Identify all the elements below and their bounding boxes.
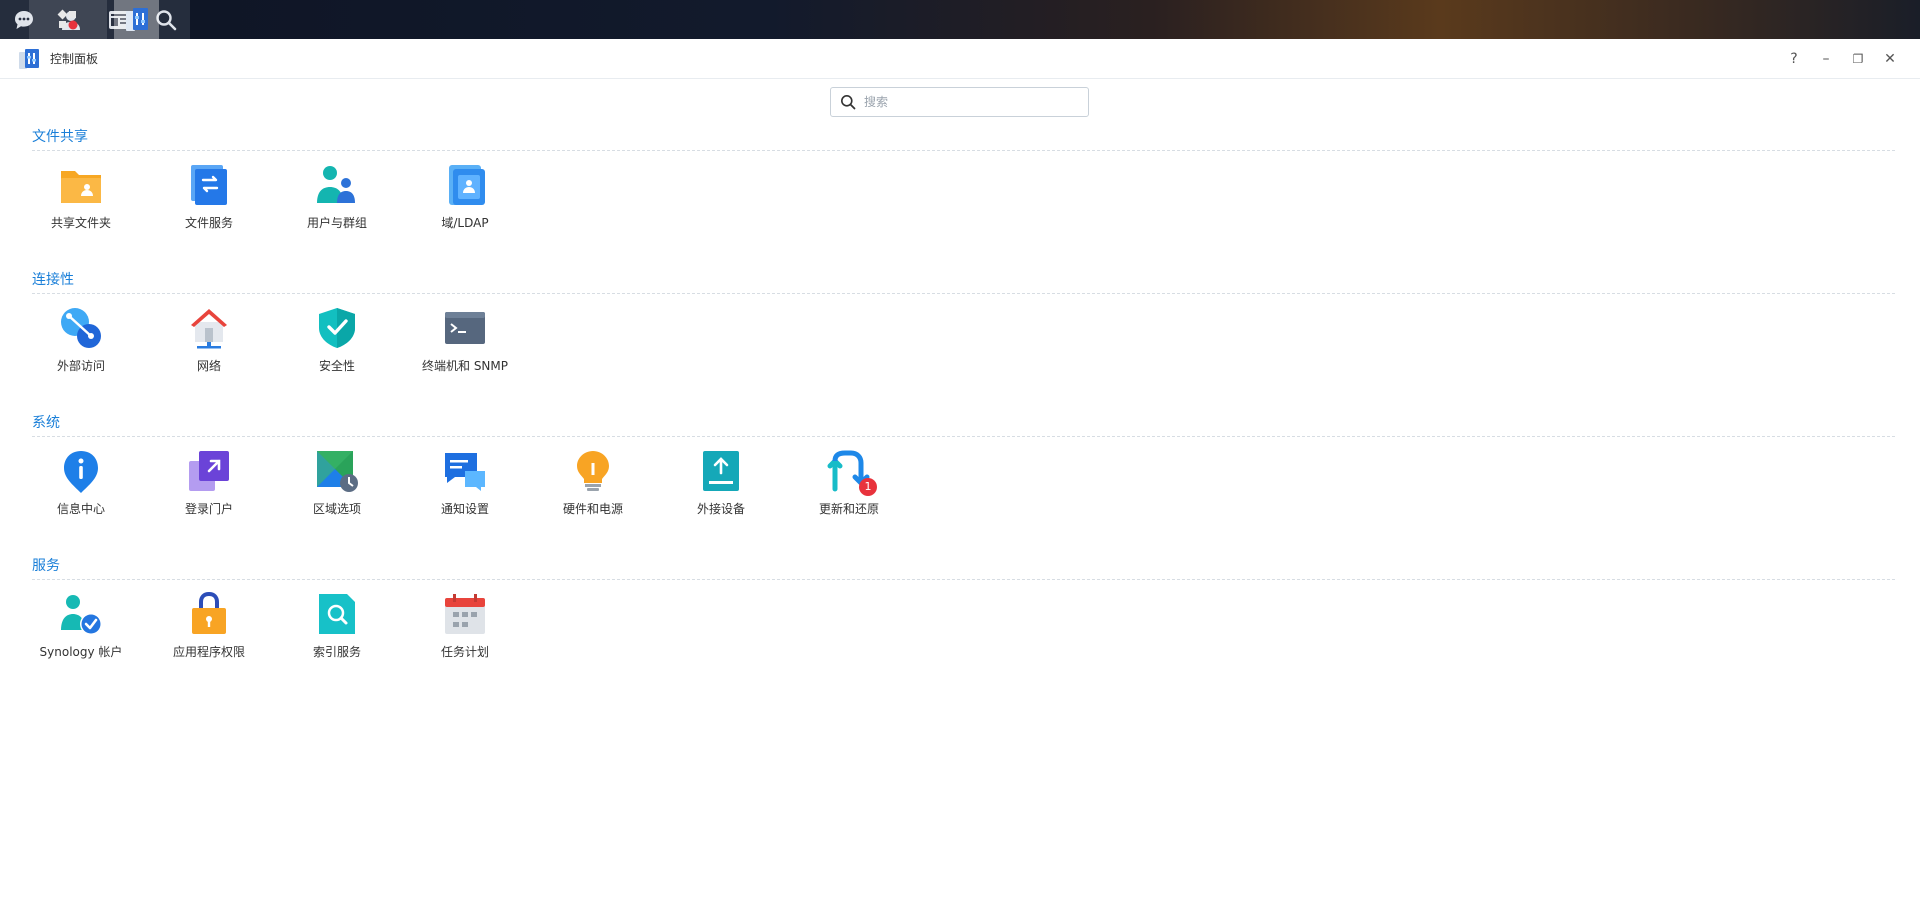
- item-label: 终端机和 SNMP: [422, 359, 508, 373]
- section-title: 服务: [32, 556, 1895, 580]
- window-controls: ? – ❐ ✕: [1778, 39, 1906, 78]
- item-update-restore[interactable]: 1 更新和还原: [785, 449, 913, 517]
- item-label: 网络: [196, 359, 221, 373]
- section-system: 系统 信息中心 登录门户 区域选项 通知设置 硬件和电源 外接设备 1 更新和还…: [32, 413, 1895, 517]
- search-icon: [841, 95, 856, 110]
- item-label: 应用程序权限: [172, 645, 245, 659]
- main-menu-icon: [57, 9, 78, 29]
- item-file-services[interactable]: 文件服务: [145, 163, 273, 231]
- terminal-snmp-icon: [445, 312, 485, 344]
- login-portal-icon: [189, 451, 229, 491]
- update-badge: 1: [859, 478, 877, 496]
- item-users-groups[interactable]: 用户与群组: [273, 163, 401, 231]
- item-label: 域/LDAP: [441, 216, 489, 230]
- regional-options-icon: [317, 451, 358, 492]
- item-label: 更新和还原: [818, 502, 879, 516]
- section-file-sharing: 文件共享 共享文件夹 文件服务 用户与群组 域/LDAP: [32, 127, 1895, 231]
- item-terminal-snmp[interactable]: 终端机和 SNMP: [401, 306, 529, 374]
- item-label: 硬件和电源: [562, 502, 623, 516]
- item-label: 任务计划: [440, 645, 489, 659]
- item-external-devices[interactable]: 外接设备: [657, 449, 785, 517]
- item-synology-account[interactable]: Synology 帐户: [17, 592, 145, 660]
- network-icon: [191, 309, 227, 349]
- item-indexing-service[interactable]: 索引服务: [273, 592, 401, 660]
- control-panel-icon: [125, 7, 148, 31]
- section-items: 信息中心 登录门户 区域选项 通知设置 硬件和电源 外接设备 1 更新和还原: [17, 449, 1895, 517]
- item-label: 通知设置: [440, 502, 489, 516]
- main-menu-button[interactable]: [29, 0, 107, 39]
- window-titlebar[interactable]: 控制面板 ? – ❐ ✕: [0, 39, 1920, 79]
- item-domain-ldap[interactable]: 域/LDAP: [401, 163, 529, 231]
- item-info-center[interactable]: 信息中心: [17, 449, 145, 517]
- restore-button[interactable]: ❐: [1842, 39, 1874, 78]
- minimize-button[interactable]: –: [1810, 39, 1842, 78]
- section-title: 文件共享: [32, 127, 1895, 151]
- item-label: 登录门户: [184, 502, 233, 516]
- section-connectivity: 连接性 外部访问 网络 安全性 终端机和 SNMP: [32, 270, 1895, 374]
- external-access-icon: [61, 308, 101, 348]
- item-shared-folder[interactable]: 共享文件夹: [17, 163, 145, 231]
- item-task-scheduler[interactable]: 任务计划: [401, 592, 529, 660]
- shared-folder-icon: [61, 171, 101, 203]
- info-center-icon: [64, 451, 98, 493]
- item-hardware-power[interactable]: 硬件和电源: [529, 449, 657, 517]
- item-notification[interactable]: 通知设置: [401, 449, 529, 517]
- item-label: 用户与群组: [306, 216, 367, 230]
- item-label: 区域选项: [312, 502, 361, 516]
- help-button[interactable]: ?: [1778, 39, 1810, 78]
- section-items: 外部访问 网络 安全性 终端机和 SNMP: [17, 306, 1895, 374]
- section-services: 服务 Synology 帐户 应用程序权限 索引服务 任务计划: [32, 556, 1895, 660]
- item-security[interactable]: 安全性: [273, 306, 401, 374]
- section-items: 共享文件夹 文件服务 用户与群组 域/LDAP: [17, 163, 1895, 231]
- notification-icon: [445, 453, 485, 491]
- file-services-icon: [191, 165, 227, 205]
- window-title: 控制面板: [50, 52, 99, 66]
- item-label: 安全性: [318, 359, 355, 373]
- taskbar-control-panel[interactable]: [114, 0, 159, 39]
- section-items: Synology 帐户 应用程序权限 索引服务 任务计划: [17, 592, 1895, 660]
- section-title: 连接性: [32, 270, 1895, 294]
- search-box[interactable]: [830, 87, 1089, 117]
- search-input[interactable]: [862, 94, 1076, 110]
- users-groups-icon: [317, 166, 355, 203]
- external-devices-icon: [703, 451, 739, 491]
- item-label: 文件服务: [184, 216, 233, 230]
- item-regional-options[interactable]: 区域选项: [273, 449, 401, 517]
- item-label: 外接设备: [696, 502, 745, 516]
- domain-ldap-icon: [449, 165, 485, 205]
- item-app-privileges[interactable]: 应用程序权限: [145, 592, 273, 660]
- item-label: 索引服务: [312, 645, 361, 659]
- control-panel-icon: [19, 48, 39, 69]
- item-external-access[interactable]: 外部访问: [17, 306, 145, 374]
- close-button[interactable]: ✕: [1874, 39, 1906, 78]
- indexing-service-icon: [319, 594, 355, 634]
- item-label: 信息中心: [56, 502, 105, 516]
- hardware-power-icon: [577, 451, 609, 491]
- task-scheduler-icon: [445, 594, 485, 634]
- synology-account-icon: [61, 595, 102, 635]
- security-icon: [319, 308, 355, 348]
- item-label: 外部访问: [56, 359, 105, 373]
- update-restore-icon-wrap: 1: [827, 449, 877, 496]
- item-login-portal[interactable]: 登录门户: [145, 449, 273, 517]
- section-title: 系统: [32, 413, 1895, 437]
- search-container: [830, 87, 1089, 117]
- item-network[interactable]: 网络: [145, 306, 273, 374]
- item-label: 共享文件夹: [50, 216, 111, 230]
- taskbar: [0, 0, 1920, 39]
- control-panel-window: 控制面板 ? – ❐ ✕ 文件共享: [0, 39, 1920, 911]
- item-label: Synology 帐户: [39, 645, 123, 659]
- app-privileges-icon: [192, 592, 226, 634]
